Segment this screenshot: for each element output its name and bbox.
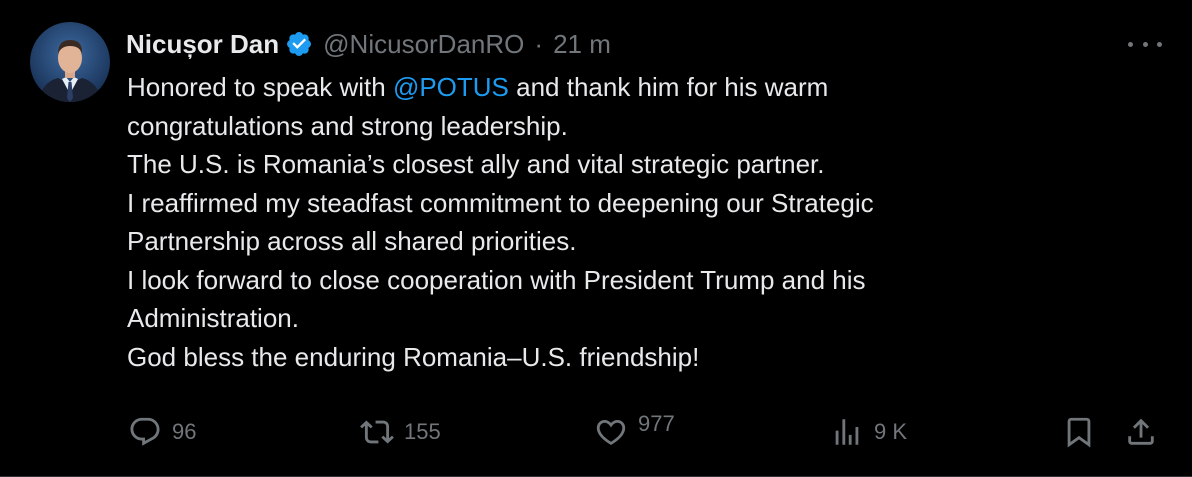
timestamp[interactable]: 21 m bbox=[553, 29, 611, 60]
tweet-line-1: Honored to speak with @POTUS and thank h… bbox=[127, 68, 1147, 107]
share-icon bbox=[1124, 415, 1158, 449]
reply-count: 96 bbox=[172, 419, 197, 444]
tweet[interactable]: Nicușor Dan @NicusorDanRO · 21 m Honored… bbox=[0, 0, 1192, 477]
tweet-text: Honored to speak with @POTUS and thank h… bbox=[127, 68, 1147, 376]
tweet-line-3: The U.S. is Romania’s closest ally and v… bbox=[127, 149, 825, 179]
author-handle[interactable]: @NicusorDanRO bbox=[323, 29, 524, 60]
views-count: 9 K bbox=[874, 419, 908, 444]
tweet-line-2: congratulations and strong leadership. bbox=[127, 110, 568, 141]
tweet-line-7: Administration. bbox=[127, 303, 299, 333]
tweet-actions: 96 155 977 9 K bbox=[126, 410, 1166, 454]
tweet-text-segment: and thank him for his warm bbox=[508, 72, 829, 102]
tweet-line-5: Partnership across all shared priorities… bbox=[127, 226, 577, 256]
reply-button[interactable]: 96 bbox=[128, 410, 196, 454]
verified-badge-icon bbox=[285, 30, 313, 58]
bookmark-icon bbox=[1062, 415, 1096, 449]
separator-dot: · bbox=[534, 28, 544, 59]
repost-count: 155 bbox=[404, 419, 441, 444]
views-button[interactable]: 9 K bbox=[830, 410, 907, 454]
like-button[interactable]: 977 bbox=[594, 410, 675, 454]
mention-link[interactable]: @POTUS bbox=[393, 72, 509, 102]
tweet-line-4: I reaffirmed my steadfast commitment to … bbox=[127, 187, 874, 218]
like-count: 977 bbox=[638, 411, 675, 436]
repost-button[interactable]: 155 bbox=[360, 410, 441, 454]
more-icon[interactable] bbox=[1128, 32, 1162, 56]
tweet-text-segment: Honored to speak with bbox=[127, 72, 393, 102]
avatar[interactable] bbox=[30, 22, 110, 102]
tweet-line-8: God bless the enduring Romania–U.S. frie… bbox=[127, 341, 700, 372]
tweet-line-6: I look forward to close cooperation with… bbox=[127, 264, 866, 295]
author-name[interactable]: Nicușor Dan bbox=[126, 29, 279, 60]
repost-icon bbox=[360, 415, 394, 449]
tweet-header: Nicușor Dan @NicusorDanRO · 21 m bbox=[126, 26, 611, 62]
heart-icon bbox=[594, 415, 628, 449]
reply-icon bbox=[128, 415, 162, 449]
share-button[interactable] bbox=[1124, 410, 1158, 454]
views-icon bbox=[830, 415, 864, 449]
bookmark-button[interactable] bbox=[1062, 410, 1096, 454]
